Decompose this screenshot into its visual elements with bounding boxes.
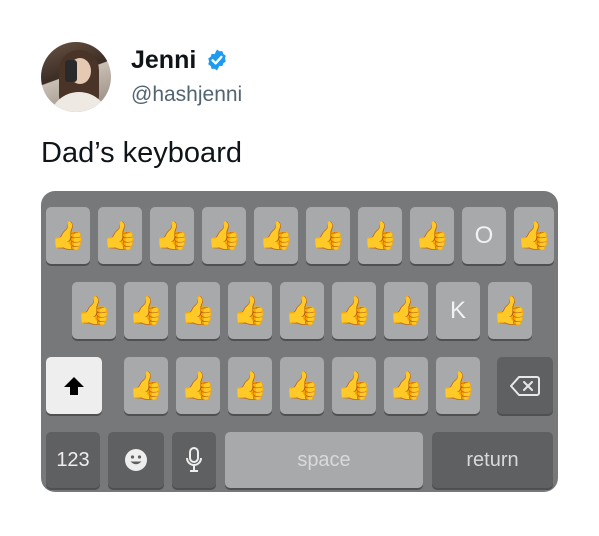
shift-key[interactable]: [46, 357, 102, 414]
return-key[interactable]: return: [432, 432, 553, 488]
return-key-label: return: [466, 449, 519, 471]
key[interactable]: 👍: [202, 207, 246, 264]
key[interactable]: 👍: [514, 207, 554, 264]
space-key[interactable]: space: [225, 432, 423, 488]
microphone-icon: [186, 447, 202, 472]
verified-badge-icon: [208, 49, 226, 71]
key[interactable]: 👍: [436, 357, 480, 414]
author-handle[interactable]: @hashjenni: [131, 83, 242, 107]
tweet-text: Dad’s keyboard: [41, 137, 242, 169]
key[interactable]: 👍: [254, 207, 298, 264]
number-key[interactable]: 123: [46, 432, 100, 488]
key[interactable]: 👍: [384, 282, 428, 339]
backspace-icon: [510, 375, 540, 396]
key-k[interactable]: K: [436, 282, 480, 339]
key[interactable]: 👍: [124, 357, 168, 414]
key[interactable]: 👍: [488, 282, 532, 339]
mic-key[interactable]: [172, 432, 216, 488]
delete-key[interactable]: [497, 357, 553, 414]
key[interactable]: 👍: [72, 282, 116, 339]
emoji-key[interactable]: [108, 432, 164, 488]
key[interactable]: 👍: [280, 357, 324, 414]
avatar-phone: [65, 60, 77, 82]
keyboard-screenshot: 👍 👍 👍 👍 👍 👍 👍 👍 O 👍 👍 👍 👍 👍 👍 👍 👍 K 👍 👍 …: [41, 191, 558, 492]
key[interactable]: 👍: [150, 207, 194, 264]
avatar[interactable]: [41, 42, 111, 112]
key[interactable]: 👍: [176, 282, 220, 339]
author-name[interactable]: Jenni: [131, 46, 196, 75]
key[interactable]: 👍: [332, 282, 376, 339]
key[interactable]: 👍: [228, 282, 272, 339]
number-key-label: 123: [56, 449, 90, 471]
key[interactable]: 👍: [332, 357, 376, 414]
key[interactable]: 👍: [306, 207, 350, 264]
avatar-shirt: [49, 92, 109, 112]
key[interactable]: 👍: [410, 207, 454, 264]
key[interactable]: 👍: [124, 282, 168, 339]
key[interactable]: 👍: [228, 357, 272, 414]
key[interactable]: 👍: [358, 207, 402, 264]
key[interactable]: 👍: [46, 207, 90, 264]
key[interactable]: 👍: [176, 357, 220, 414]
key[interactable]: 👍: [98, 207, 142, 264]
key[interactable]: 👍: [280, 282, 324, 339]
key[interactable]: 👍: [384, 357, 428, 414]
shift-arrow-icon: [64, 376, 84, 395]
space-key-label: space: [297, 449, 351, 471]
key-o[interactable]: O: [462, 207, 506, 264]
emoji-icon: [125, 449, 147, 471]
